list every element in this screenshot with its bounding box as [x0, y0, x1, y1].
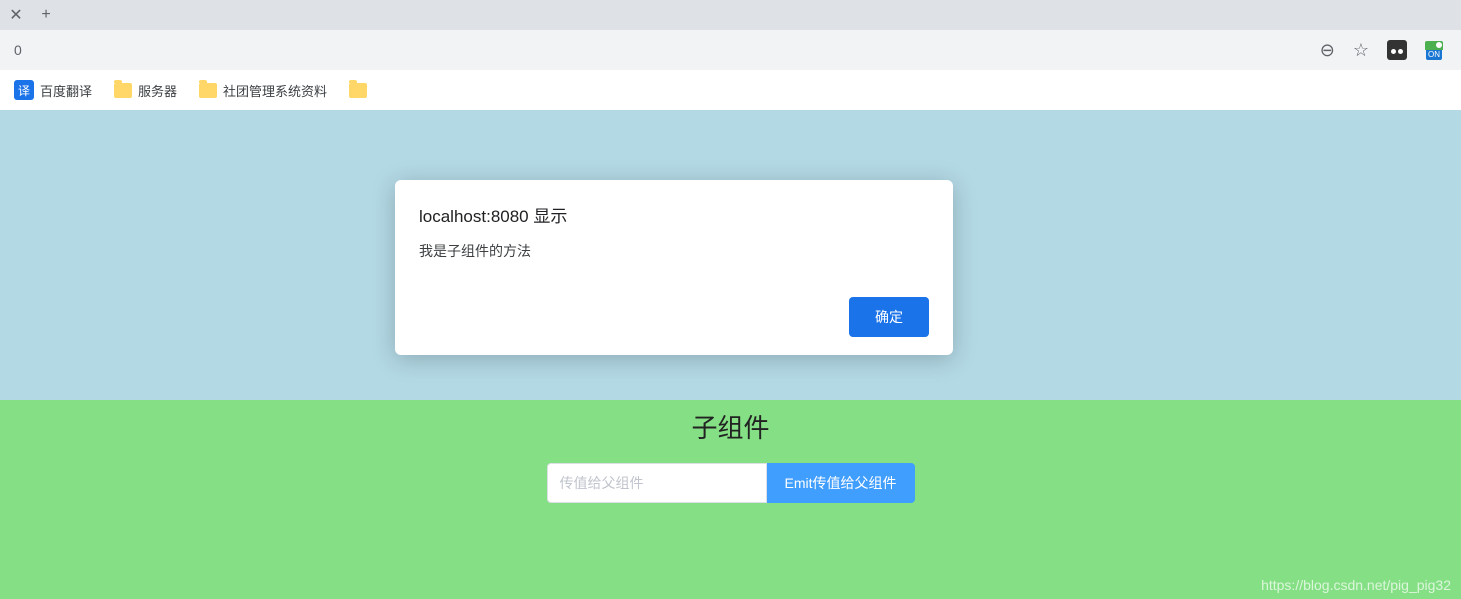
- js-alert-dialog: localhost:8080 显示 我是子组件的方法 确定: [395, 180, 953, 355]
- bookmark-unnamed[interactable]: [343, 79, 373, 102]
- address-bar: 0 ⊖ ☆ ON: [0, 30, 1461, 70]
- alert-message: 我是子组件的方法: [419, 241, 929, 261]
- translate-icon: 译: [14, 80, 34, 100]
- bookmark-label: 百度翻译: [40, 81, 92, 100]
- bookmark-baidu-translate[interactable]: 译 百度翻译: [8, 76, 98, 104]
- bookmark-server[interactable]: 服务器: [108, 77, 183, 104]
- close-tab-icon[interactable]: ✕: [8, 7, 24, 23]
- extension-icon[interactable]: [1387, 40, 1407, 60]
- address-icons: ⊖ ☆ ON: [1320, 40, 1451, 61]
- bookmark-label: 服务器: [138, 81, 177, 100]
- extension-on-icon[interactable]: ON: [1425, 41, 1443, 60]
- emit-row: Emit传值给父组件: [547, 463, 915, 503]
- bookmark-label: 社团管理系统资料: [223, 81, 327, 100]
- bookmark-club-system[interactable]: 社团管理系统资料: [193, 77, 333, 104]
- bookmark-star-icon[interactable]: ☆: [1353, 40, 1369, 61]
- child-component: 子组件 Emit传值给父组件: [0, 400, 1461, 599]
- emit-input[interactable]: [547, 463, 767, 503]
- watermark: https://blog.csdn.net/pig_pig32: [1261, 577, 1451, 593]
- alert-ok-button[interactable]: 确定: [849, 297, 929, 337]
- alert-actions: 确定: [419, 297, 929, 337]
- bookmarks-bar: 译 百度翻译 服务器 社团管理系统资料: [0, 70, 1461, 110]
- folder-icon: [349, 83, 367, 98]
- zoom-icon[interactable]: ⊖: [1320, 40, 1335, 61]
- address-text[interactable]: 0: [10, 42, 1320, 58]
- folder-icon: [114, 83, 132, 98]
- tab-strip: ✕ +: [0, 0, 1461, 30]
- alert-title: localhost:8080 显示: [419, 202, 929, 227]
- emit-button[interactable]: Emit传值给父组件: [767, 463, 915, 503]
- child-title: 子组件: [691, 408, 769, 445]
- page-content: 使用ref调用子组件的值 使用ref调用子组件的方法 子组件 Emit传值给父组…: [0, 110, 1461, 599]
- folder-icon: [199, 83, 217, 98]
- new-tab-icon[interactable]: +: [38, 7, 54, 23]
